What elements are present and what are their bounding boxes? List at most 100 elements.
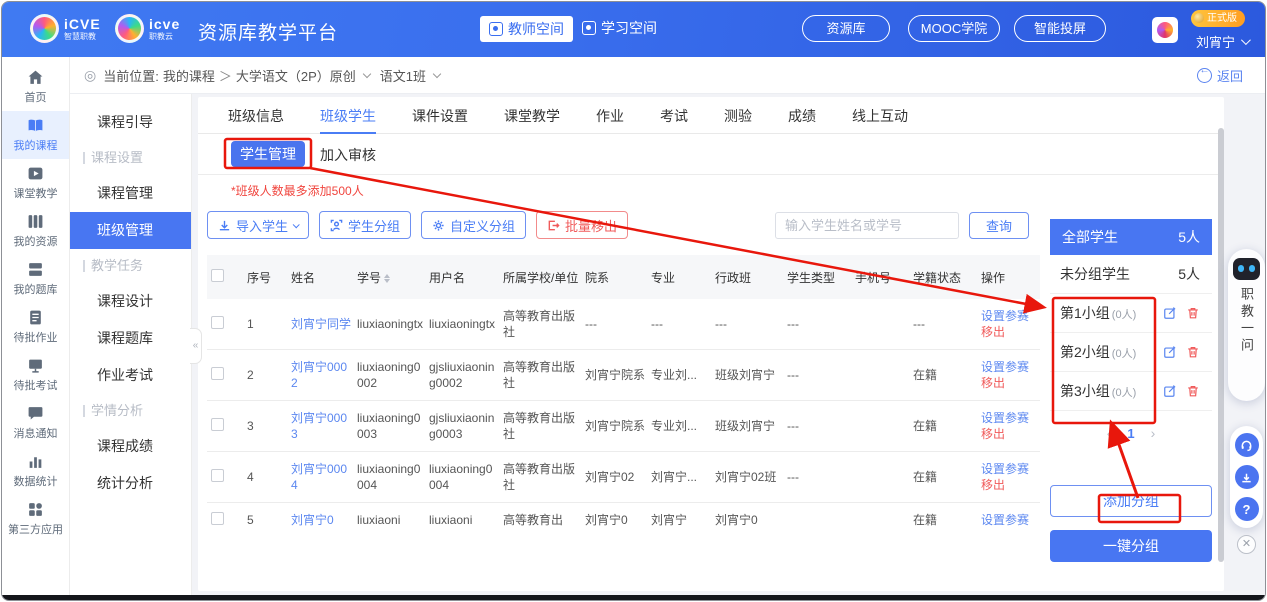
import-students-button[interactable]: 导入学生	[207, 211, 309, 239]
page-next-button[interactable]: ›	[1151, 425, 1156, 441]
set-contest-link[interactable]: 设置参赛	[981, 411, 1029, 425]
row-checkbox[interactable]	[211, 367, 224, 380]
edit-icon[interactable]	[1163, 384, 1177, 398]
set-contest-link[interactable]: 设置参赛	[981, 513, 1029, 527]
query-button[interactable]: 查询	[969, 212, 1029, 239]
assistant-widget[interactable]: 职教一问	[1228, 249, 1265, 401]
join-audit-subtab[interactable]: 加入审核	[320, 145, 376, 165]
group-row[interactable]: 第2小组(0人)	[1050, 333, 1212, 372]
dock-close-button[interactable]: ✕	[1237, 535, 1256, 554]
sidebar-item-my-resources[interactable]: 我的资源	[2, 207, 69, 255]
learning-space-link[interactable]: 学习空间	[582, 18, 657, 38]
student-name-link[interactable]: 刘宵宁0004	[291, 461, 353, 493]
breadcrumb-course[interactable]: 大学语文（2P）原创	[236, 66, 356, 85]
student-name-link[interactable]: 刘宵宁0002	[291, 359, 353, 391]
groups-pagination: ‹ 1 ›	[1050, 425, 1212, 441]
batch-remove-button[interactable]: 批量移出	[536, 211, 628, 239]
page-prev-button[interactable]: ‹	[1107, 425, 1112, 441]
custom-grouping-button[interactable]: 自定义分组	[421, 211, 526, 239]
remove-link[interactable]: 移出	[981, 478, 1005, 492]
row-checkbox[interactable]	[211, 512, 224, 525]
trash-icon[interactable]	[1186, 345, 1200, 359]
sidebar-item-pending-exams[interactable]: 待批考试	[2, 351, 69, 399]
tab-quiz[interactable]: 测验	[724, 101, 752, 134]
submenu-course-scores[interactable]: 课程成绩	[70, 428, 191, 465]
user-avatar[interactable]	[1152, 17, 1178, 43]
student-search-input[interactable]	[775, 212, 959, 239]
sidebar-item-data-statistics[interactable]: 数据统计	[2, 447, 69, 495]
group-row[interactable]: 第1小组(0人)	[1050, 294, 1212, 333]
vertical-scrollbar[interactable]	[1218, 128, 1224, 562]
customer-service-button[interactable]	[1235, 433, 1259, 457]
help-button[interactable]: ?	[1235, 497, 1259, 521]
row-checkbox[interactable]	[211, 316, 224, 329]
breadcrumb-class[interactable]: 语文1班	[380, 66, 426, 85]
row-checkbox[interactable]	[211, 418, 224, 431]
student-name-link[interactable]: 刘宵宁0	[291, 512, 353, 528]
teacher-space-button[interactable]: 教师空间	[480, 16, 573, 42]
sidebar-item-notifications[interactable]: 消息通知	[2, 399, 69, 447]
tab-class-students[interactable]: 班级学生	[320, 101, 376, 134]
trash-icon[interactable]	[1186, 384, 1200, 398]
group-row[interactable]: 第3小组(0人)	[1050, 372, 1212, 411]
student-grouping-button[interactable]: 学生分组	[319, 211, 411, 239]
sidebar-item-my-courses[interactable]: 我的课程	[2, 111, 69, 159]
col-enrollment-status: 学籍状态	[913, 265, 977, 290]
add-group-button[interactable]: 添加分组	[1050, 485, 1212, 517]
back-link[interactable]: 返回	[1197, 66, 1243, 85]
tab-classroom-teaching[interactable]: 课堂教学	[504, 101, 560, 134]
window-bottom-edge	[2, 595, 1265, 600]
submenu-homework-exam[interactable]: 作业考试	[70, 357, 191, 394]
submenu-class-management[interactable]: 班级管理	[70, 212, 191, 249]
mooc-college-button[interactable]: MOOC学院	[908, 15, 1000, 42]
tab-exam[interactable]: 考试	[660, 101, 688, 134]
submenu-course-question-bank[interactable]: 课程题库	[70, 320, 191, 357]
sidebar-item-my-question-bank[interactable]: 我的题库	[2, 255, 69, 303]
chevron-down-icon[interactable]	[363, 70, 371, 78]
user-menu[interactable]: 刘宵宁	[1196, 32, 1248, 51]
set-contest-link[interactable]: 设置参赛	[981, 309, 1029, 323]
sidebar-collapse-handle[interactable]: «	[190, 328, 202, 364]
student-name-link[interactable]: 刘宵宁同学	[291, 316, 353, 332]
edit-icon[interactable]	[1163, 306, 1177, 320]
sidebar-item-home[interactable]: 首页	[2, 63, 69, 111]
resource-library-button[interactable]: 资源库	[802, 15, 890, 42]
tab-online-interaction[interactable]: 线上互动	[852, 101, 908, 134]
submenu-statistical-analysis[interactable]: 统计分析	[70, 465, 191, 502]
all-students-row[interactable]: 全部学生 5人	[1050, 219, 1212, 255]
ungrouped-students-row[interactable]: 未分组学生 5人	[1050, 255, 1212, 294]
col-actions: 操作	[981, 265, 1036, 290]
trash-icon[interactable]	[1186, 306, 1200, 320]
student-name-link[interactable]: 刘宵宁0003	[291, 410, 353, 442]
row-checkbox[interactable]	[211, 469, 224, 482]
table-row: 4 刘宵宁0004 liuxiaoning0004 liuxiaoning000…	[207, 452, 1040, 503]
download-center-button[interactable]	[1235, 465, 1259, 489]
one-click-group-button[interactable]: 一键分组	[1050, 530, 1212, 562]
sidebar-item-third-party-apps[interactable]: 第三方应用	[2, 495, 69, 543]
submenu-course-management[interactable]: 课程管理	[70, 175, 191, 212]
set-contest-link[interactable]: 设置参赛	[981, 462, 1029, 476]
tab-class-info[interactable]: 班级信息	[228, 101, 284, 134]
assistant-label: 职教一问	[1237, 287, 1256, 355]
sidebar-item-classroom-teaching[interactable]: 课堂教学	[2, 159, 69, 207]
submenu-course-design[interactable]: 课程设计	[70, 283, 191, 320]
student-management-subtab[interactable]: 学生管理	[231, 141, 305, 167]
select-all-checkbox[interactable]	[211, 269, 224, 282]
sidebar-item-pending-homework[interactable]: 待批作业	[2, 303, 69, 351]
smart-cast-button[interactable]: 智能投屏	[1014, 15, 1106, 42]
page-number[interactable]: 1	[1127, 426, 1134, 441]
remove-link[interactable]: 移出	[981, 427, 1005, 441]
submenu-course-guide[interactable]: 课程引导	[70, 104, 191, 141]
sort-icon[interactable]	[384, 274, 390, 283]
chevron-down-icon[interactable]	[433, 70, 441, 78]
message-icon	[27, 405, 44, 422]
edit-icon[interactable]	[1163, 345, 1177, 359]
breadcrumb-my-courses[interactable]: 我的课程	[163, 66, 215, 85]
tab-scores[interactable]: 成绩	[788, 101, 816, 134]
teacher-space-icon	[489, 22, 503, 36]
tab-homework[interactable]: 作业	[596, 101, 624, 134]
remove-link[interactable]: 移出	[981, 325, 1005, 339]
tab-courseware-settings[interactable]: 课件设置	[412, 101, 468, 134]
remove-link[interactable]: 移出	[981, 376, 1005, 390]
set-contest-link[interactable]: 设置参赛	[981, 360, 1029, 374]
